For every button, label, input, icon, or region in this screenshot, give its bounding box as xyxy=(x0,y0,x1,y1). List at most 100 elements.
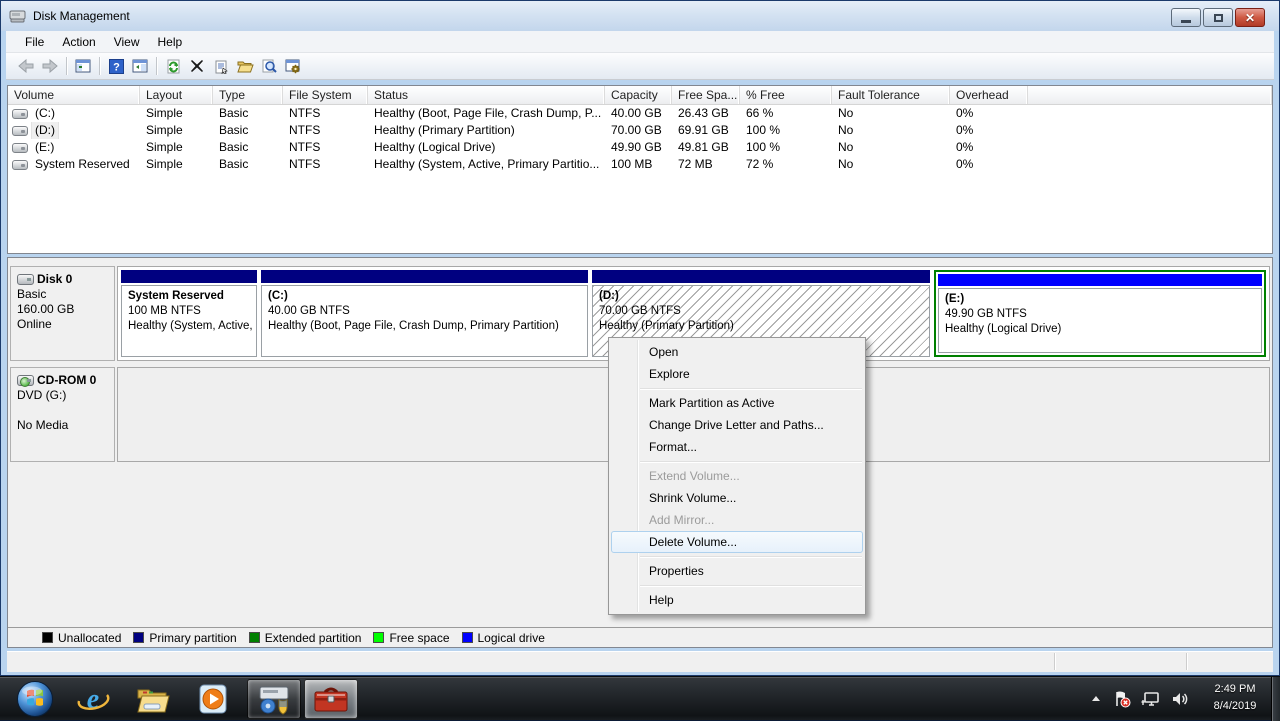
menu-item-explore[interactable]: Explore xyxy=(611,363,863,385)
cell-overhead: 0% xyxy=(950,139,1028,156)
settings-icon[interactable] xyxy=(281,55,305,77)
cell-pct-free: 66 % xyxy=(740,105,832,122)
start-button[interactable] xyxy=(8,679,62,719)
column-header-type[interactable]: Type xyxy=(213,86,283,104)
column-header-file-system[interactable]: File System xyxy=(283,86,368,104)
table-row-system-reserved[interactable]: System Reserved Simple Basic NTFS Health… xyxy=(8,156,1272,173)
menu-item-add-mirror: Add Mirror... xyxy=(611,509,863,531)
column-header-status[interactable]: Status xyxy=(368,86,605,104)
status-divider xyxy=(1054,653,1055,670)
disk0-label-panel[interactable]: Disk 0 Basic 160.00 GB Online xyxy=(10,266,115,361)
taskbar: e xyxy=(0,676,1280,720)
help-icon[interactable]: ? xyxy=(104,55,128,77)
menu-item-shrink-volume[interactable]: Shrink Volume... xyxy=(611,487,863,509)
back-icon[interactable] xyxy=(14,55,38,77)
find-icon[interactable] xyxy=(257,55,281,77)
table-row-e[interactable]: (E:) Simple Basic NTFS Healthy (Logical … xyxy=(8,139,1272,156)
media-player-button[interactable] xyxy=(188,679,242,719)
cell-file-system: NTFS xyxy=(283,139,368,156)
delete-icon[interactable] xyxy=(185,55,209,77)
menu-help[interactable]: Help xyxy=(149,33,192,51)
disk-management-taskbar-button[interactable] xyxy=(247,679,301,719)
cell-status: Healthy (System, Active, Primary Partiti… xyxy=(368,156,605,173)
free-space-swatch xyxy=(373,632,384,643)
menu-item-change-drive-letter[interactable]: Change Drive Letter and Paths... xyxy=(611,414,863,436)
cell-pct-free: 72 % xyxy=(740,156,832,173)
disk-icon xyxy=(17,274,34,285)
partition-status: Healthy (Primary Partition) xyxy=(599,319,923,334)
menu-item-extend-volume: Extend Volume... xyxy=(611,465,863,487)
windows-explorer-button[interactable] xyxy=(126,679,180,719)
refresh-icon[interactable] xyxy=(161,55,185,77)
column-header-overhead[interactable]: Overhead xyxy=(950,86,1028,104)
legend-bar: Unallocated Primary partition Extended p… xyxy=(8,627,1272,647)
cell-status: Healthy (Boot, Page File, Crash Dump, P.… xyxy=(368,105,605,122)
partition-name: (E:) xyxy=(945,292,1255,307)
disk-status: Online xyxy=(17,317,112,332)
unallocated-swatch xyxy=(42,632,53,643)
disk-type: DVD (G:) xyxy=(17,388,112,403)
show-console-tree-icon[interactable] xyxy=(71,55,95,77)
column-header-capacity[interactable]: Capacity xyxy=(605,86,672,104)
cell-overhead: 0% xyxy=(950,122,1028,139)
disk-management-icon xyxy=(256,683,292,715)
properties-icon[interactable] xyxy=(209,55,233,77)
drive-icon xyxy=(12,126,28,136)
partition-e-logical[interactable]: (E:) 49.90 GB NTFS Healthy (Logical Driv… xyxy=(934,270,1266,357)
menu-item-open[interactable]: Open xyxy=(611,341,863,363)
partition-name: (D:) xyxy=(599,289,923,304)
menu-item-delete-volume[interactable]: Delete Volume... xyxy=(611,531,863,553)
menu-item-mark-partition-active[interactable]: Mark Partition as Active xyxy=(611,392,863,414)
column-header-fault-tolerance[interactable]: Fault Tolerance xyxy=(832,86,950,104)
cell-type: Basic xyxy=(213,139,283,156)
column-header-layout[interactable]: Layout xyxy=(140,86,213,104)
close-button[interactable]: ✕ xyxy=(1235,8,1265,27)
partition-c[interactable]: (C:) 40.00 GB NTFS Healthy (Boot, Page F… xyxy=(261,270,588,357)
media-player-icon xyxy=(198,683,232,715)
cell-layout: Simple xyxy=(140,139,213,156)
legend-logical-drive: Logical drive xyxy=(462,631,545,645)
partition-system-reserved[interactable]: System Reserved 100 MB NTFS Healthy (Sys… xyxy=(121,270,257,357)
disk-name: CD-ROM 0 xyxy=(37,373,96,388)
disk-type: Basic xyxy=(17,287,112,302)
folder-icon xyxy=(135,684,171,714)
cell-type: Basic xyxy=(213,156,283,173)
column-header-volume[interactable]: Volume xyxy=(8,86,140,104)
menu-file[interactable]: File xyxy=(16,33,53,51)
menu-item-format[interactable]: Format... xyxy=(611,436,863,458)
toolbar-separator xyxy=(99,57,100,75)
column-header-free-space[interactable]: Free Spa... xyxy=(672,86,740,104)
cell-free-space: 49.81 GB xyxy=(672,139,740,156)
menu-action[interactable]: Action xyxy=(53,33,104,51)
show-action-pane-icon[interactable] xyxy=(128,55,152,77)
action-center-icon[interactable] xyxy=(1113,690,1131,708)
toolbox-taskbar-button[interactable] xyxy=(304,679,358,719)
legend-extended-partition: Extended partition xyxy=(249,631,362,645)
volume-name: System Reserved xyxy=(32,156,133,173)
toolbar: ? xyxy=(6,53,1274,80)
title-bar[interactable]: Disk Management ✕ xyxy=(1,1,1279,31)
menu-separator xyxy=(640,388,862,389)
table-row-c[interactable]: (C:) Simple Basic NTFS Healthy (Boot, Pa… xyxy=(8,105,1272,122)
toolbar-separator xyxy=(66,57,67,75)
menu-view[interactable]: View xyxy=(105,33,149,51)
status-bar xyxy=(7,651,1273,672)
show-hidden-icons-button[interactable] xyxy=(1089,694,1103,704)
menu-separator xyxy=(640,556,862,557)
taskbar-clock[interactable]: 2:49 PM 8/4/2019 xyxy=(1200,681,1270,715)
column-header-pct-free[interactable]: % Free xyxy=(740,86,832,104)
menu-item-help[interactable]: Help xyxy=(611,589,863,611)
forward-icon[interactable] xyxy=(38,55,62,77)
volume-icon[interactable] xyxy=(1171,691,1189,707)
open-folder-icon[interactable] xyxy=(233,55,257,77)
legend-unallocated: Unallocated xyxy=(42,631,121,645)
maximize-button[interactable] xyxy=(1203,8,1233,27)
network-icon[interactable] xyxy=(1141,691,1161,708)
cdrom-label-panel[interactable]: CD-ROM 0 DVD (G:) No Media xyxy=(10,367,115,462)
table-row-d[interactable]: (D:) Simple Basic NTFS Healthy (Primary … xyxy=(8,122,1272,139)
internet-explorer-button[interactable]: e xyxy=(66,679,120,719)
show-desktop-button[interactable] xyxy=(1271,677,1280,721)
minimize-button[interactable] xyxy=(1171,8,1201,27)
menu-item-properties[interactable]: Properties xyxy=(611,560,863,582)
clock-date: 8/4/2019 xyxy=(1200,698,1270,715)
